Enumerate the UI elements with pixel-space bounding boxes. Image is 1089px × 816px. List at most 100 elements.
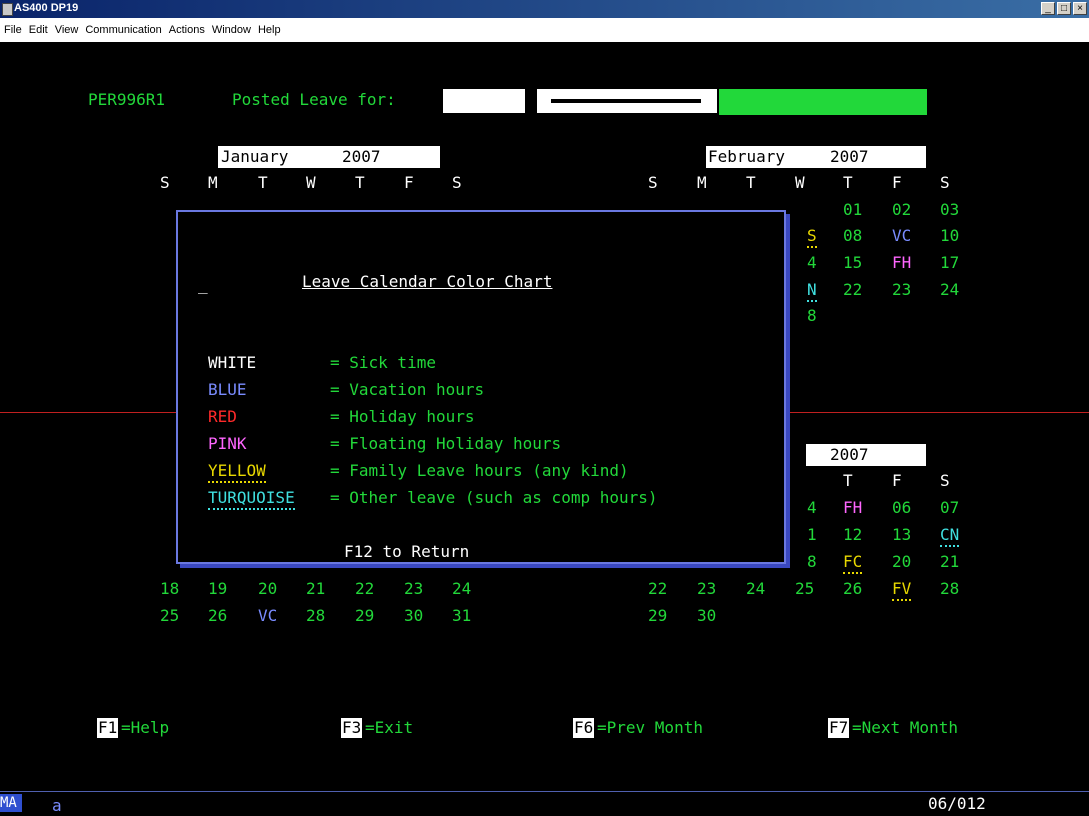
maximize-button[interactable]: □ [1057, 2, 1071, 15]
calendar-day[interactable]: 21 [306, 579, 325, 599]
calendar-day[interactable]: CN [940, 525, 960, 547]
calendar-day[interactable]: FH [892, 253, 911, 273]
calendar-day[interactable]: 15 [843, 253, 862, 273]
calendar-day[interactable]: 03 [940, 200, 959, 220]
day-label: F [892, 173, 902, 192]
calendar-day[interactable]: 22 [355, 579, 374, 599]
day-label: S [648, 173, 658, 192]
calendar-day[interactable]: 28 [940, 579, 959, 599]
calendar-day[interactable]: 31 [452, 606, 471, 626]
f6-label[interactable]: =Prev Month [597, 718, 703, 738]
day-label: M [697, 173, 707, 192]
calendar-day[interactable]: VC [892, 226, 911, 246]
day-label: S [940, 471, 950, 490]
employee-name-field[interactable] [537, 89, 717, 113]
calendar-day[interactable]: 8 [807, 552, 817, 572]
calendar-day[interactable]: 06 [892, 498, 911, 518]
left-month: January [221, 147, 289, 166]
calendar-day[interactable]: 21 [940, 552, 959, 572]
calendar-day[interactable]: 28 [306, 606, 325, 626]
legend-desc-other: = Other leave (such as comp hours) [330, 488, 658, 507]
calendar-day[interactable]: 26 [843, 579, 862, 599]
day-label: W [795, 173, 805, 192]
right-lower-year: 2007 [830, 445, 869, 464]
menu-help[interactable]: Help [254, 19, 284, 36]
f7-label[interactable]: =Next Month [852, 718, 958, 738]
calendar-day[interactable]: S [807, 226, 817, 248]
calendar-day[interactable]: FV [892, 579, 912, 601]
calendar-day[interactable]: FH [843, 498, 862, 518]
menu-file[interactable]: File [0, 19, 25, 36]
calendar-day[interactable]: 23 [892, 280, 911, 300]
calendar-day[interactable]: 30 [697, 606, 716, 626]
calendar-day[interactable]: 4 [807, 253, 817, 273]
calendar-day[interactable]: 17 [940, 253, 959, 273]
f3-label[interactable]: =Exit [365, 718, 413, 738]
f3-key[interactable]: F3 [341, 718, 363, 738]
legend-color-white: WHITE [208, 353, 257, 372]
legend-color-turquoise: TURQUOISE [208, 488, 295, 510]
color-chart-dialog: _ Leave Calendar Color Chart WHITE = Sic… [176, 210, 786, 564]
day-label: T [746, 173, 756, 192]
menu-edit[interactable]: Edit [25, 19, 51, 36]
calendar-day[interactable]: 01 [843, 200, 862, 220]
day-label: S [452, 173, 462, 192]
program-id: PER996R1 [88, 90, 166, 109]
calendar-day[interactable]: 13 [892, 525, 911, 545]
calendar-day[interactable]: 24 [940, 280, 959, 300]
calendar-day[interactable]: 07 [940, 498, 959, 518]
calendar-day[interactable]: 4 [807, 498, 817, 518]
right-month: February [708, 147, 786, 166]
f1-label[interactable]: =Help [121, 718, 169, 738]
calendar-day[interactable]: 25 [795, 579, 814, 599]
f12-return-hint[interactable]: F12 to Return [344, 542, 469, 562]
calendar-day[interactable]: VC [258, 606, 277, 626]
calendar-day[interactable]: 1 [807, 525, 817, 545]
calendar-day[interactable]: 25 [160, 606, 179, 626]
menu-communication[interactable]: Communication [81, 19, 164, 36]
calendar-day[interactable]: 20 [892, 552, 911, 572]
calendar-day[interactable]: 12 [843, 525, 862, 545]
calendar-day[interactable]: 10 [940, 226, 959, 246]
calendar-day[interactable]: 19 [208, 579, 227, 599]
calendar-day[interactable]: 30 [404, 606, 423, 626]
minimize-button[interactable]: _ [1041, 2, 1055, 15]
calendar-day[interactable]: 29 [355, 606, 374, 626]
f1-key[interactable]: F1 [97, 718, 119, 738]
calendar-day[interactable]: 24 [746, 579, 765, 599]
employee-id-field[interactable] [443, 89, 525, 113]
calendar-day[interactable]: 22 [648, 579, 667, 599]
close-button[interactable]: × [1073, 2, 1087, 15]
calendar-day[interactable]: 23 [404, 579, 423, 599]
legend-color-pink: PINK [208, 434, 247, 453]
calendar-day[interactable]: 26 [208, 606, 227, 626]
day-label: T [355, 173, 365, 192]
day-label: T [843, 471, 853, 490]
legend-color-red: RED [208, 407, 237, 426]
calendar-day[interactable]: 18 [160, 579, 179, 599]
app-icon [2, 3, 13, 16]
calendar-day[interactable]: 23 [697, 579, 716, 599]
mode-indicator: MA [0, 794, 22, 812]
calendar-day[interactable]: 02 [892, 200, 911, 220]
calendar-day[interactable]: 20 [258, 579, 277, 599]
menu-bar: File Edit View Communication Actions Window He… [0, 18, 1089, 42]
f7-key[interactable]: F7 [828, 718, 850, 738]
calendar-day[interactable]: 08 [843, 226, 862, 246]
status-field[interactable] [719, 89, 927, 115]
calendar-day[interactable]: N [807, 280, 817, 302]
left-year: 2007 [342, 147, 381, 166]
calendar-day[interactable]: 8 [807, 306, 817, 326]
menu-view[interactable]: View [51, 19, 82, 36]
menu-actions[interactable]: Actions [165, 19, 208, 36]
menu-window[interactable]: Window [208, 19, 254, 36]
calendar-day[interactable]: 22 [843, 280, 862, 300]
legend-desc-holiday: = Holiday hours [330, 407, 475, 426]
f6-key[interactable]: F6 [573, 718, 595, 738]
terminal-screen: PER996R1 Posted Leave for: January 2007 … [0, 42, 1089, 791]
calendar-day[interactable]: 24 [452, 579, 471, 599]
day-label: F [404, 173, 414, 192]
day-label: T [843, 173, 853, 192]
calendar-day[interactable]: FC [843, 552, 863, 574]
calendar-day[interactable]: 29 [648, 606, 667, 626]
